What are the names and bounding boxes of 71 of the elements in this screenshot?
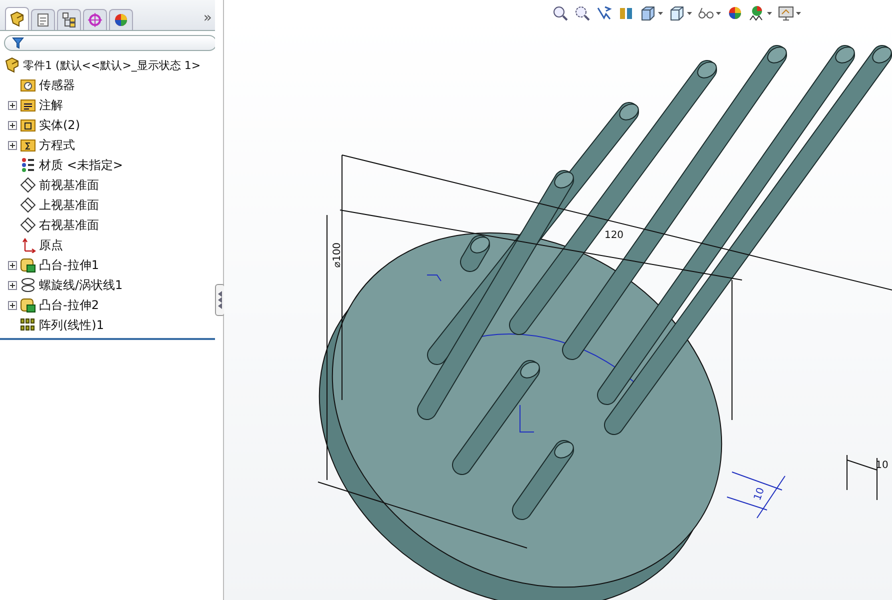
tree-item[interactable]: 注解 bbox=[39, 96, 63, 114]
expand-icon[interactable] bbox=[8, 100, 17, 110]
toolbar-button[interactable] bbox=[727, 5, 743, 21]
tree-item[interactable]: 实体(2) bbox=[39, 116, 80, 134]
zoom-icon bbox=[552, 5, 568, 21]
configuration-icon bbox=[61, 12, 77, 28]
toolbar-button[interactable] bbox=[698, 5, 721, 21]
sensor-folder-icon bbox=[20, 77, 36, 93]
pattern-icon bbox=[20, 317, 36, 333]
extrude-feature-icon bbox=[20, 297, 36, 313]
dimension-value[interactable]: 10 bbox=[876, 460, 888, 471]
monitor-icon bbox=[778, 5, 794, 21]
section-view-icon bbox=[618, 5, 634, 21]
tree-item[interactable]: 原点 bbox=[39, 236, 63, 254]
panel-tab[interactable] bbox=[109, 9, 133, 30]
toolbar-button[interactable] bbox=[778, 5, 801, 21]
tree-item[interactable]: 阵列(线性)1 bbox=[39, 316, 104, 334]
collapse-handle[interactable] bbox=[215, 284, 225, 316]
dimension-value[interactable]: ⌀100 bbox=[332, 242, 343, 268]
tree-item[interactable]: 上视基准面 bbox=[39, 196, 99, 214]
tree-item[interactable]: 凸台-拉伸2 bbox=[39, 296, 99, 314]
toolbar-button[interactable] bbox=[596, 5, 612, 21]
pointer-arrow-icon bbox=[596, 5, 612, 21]
extrude-feature-icon bbox=[20, 257, 36, 273]
tree-item[interactable]: 凸台-拉伸1 bbox=[39, 256, 99, 274]
solid-folder-icon bbox=[20, 117, 36, 133]
panel-tab[interactable] bbox=[57, 9, 81, 30]
glasses-icon bbox=[698, 5, 714, 21]
tree-item[interactable]: 右视基准面 bbox=[39, 216, 99, 234]
cube-icon bbox=[669, 5, 685, 21]
plane-icon bbox=[20, 197, 36, 213]
tree-item[interactable]: 材质 <未指定> bbox=[39, 156, 123, 174]
toolbar-button[interactable] bbox=[574, 5, 590, 21]
toolbar-button[interactable] bbox=[669, 5, 692, 21]
material-icon bbox=[20, 157, 36, 173]
crosshair-icon bbox=[87, 12, 103, 28]
tree-item[interactable]: 零件1 (默认<<默认>_显示状态 1> bbox=[23, 58, 201, 72]
equation-folder-icon bbox=[20, 137, 36, 153]
helix-icon bbox=[20, 277, 36, 293]
scene-icon bbox=[749, 5, 765, 21]
expand-icon[interactable] bbox=[8, 300, 17, 310]
color-ball-icon bbox=[727, 5, 743, 21]
tree-item[interactable]: 螺旋线/涡状线1 bbox=[39, 276, 123, 294]
panel-tab[interactable] bbox=[83, 9, 107, 30]
plane-icon bbox=[20, 217, 36, 233]
panel-tab[interactable] bbox=[5, 7, 29, 30]
filter-field[interactable] bbox=[4, 35, 217, 51]
dimension-value[interactable]: 120 bbox=[604, 230, 624, 241]
tree-item[interactable]: 方程式 bbox=[39, 136, 75, 154]
plane-icon bbox=[20, 177, 36, 193]
expand-icon[interactable] bbox=[8, 260, 17, 270]
annotation-folder-icon bbox=[20, 97, 36, 113]
tree-item[interactable]: 传感器 bbox=[39, 76, 75, 94]
origin-icon bbox=[20, 237, 36, 253]
filter-icon bbox=[12, 37, 24, 49]
tree-item[interactable]: 前视基准面 bbox=[39, 176, 99, 194]
dimension-value[interactable]: 10 bbox=[752, 486, 767, 502]
zoom-icon bbox=[574, 5, 590, 21]
toolbar-button[interactable] bbox=[640, 5, 663, 21]
more-tabs-button[interactable]: » bbox=[199, 10, 216, 30]
part-icon bbox=[4, 57, 20, 73]
document-icon bbox=[35, 12, 51, 28]
cube-icon bbox=[640, 5, 656, 21]
toolbar-button[interactable] bbox=[749, 5, 772, 21]
color-ball-icon bbox=[113, 12, 129, 28]
toolbar-button[interactable] bbox=[552, 5, 568, 21]
part-icon bbox=[9, 11, 25, 27]
expand-icon[interactable] bbox=[8, 140, 17, 150]
expand-icon[interactable] bbox=[8, 120, 17, 130]
expand-icon[interactable] bbox=[8, 280, 17, 290]
panel-tab[interactable] bbox=[31, 9, 55, 30]
